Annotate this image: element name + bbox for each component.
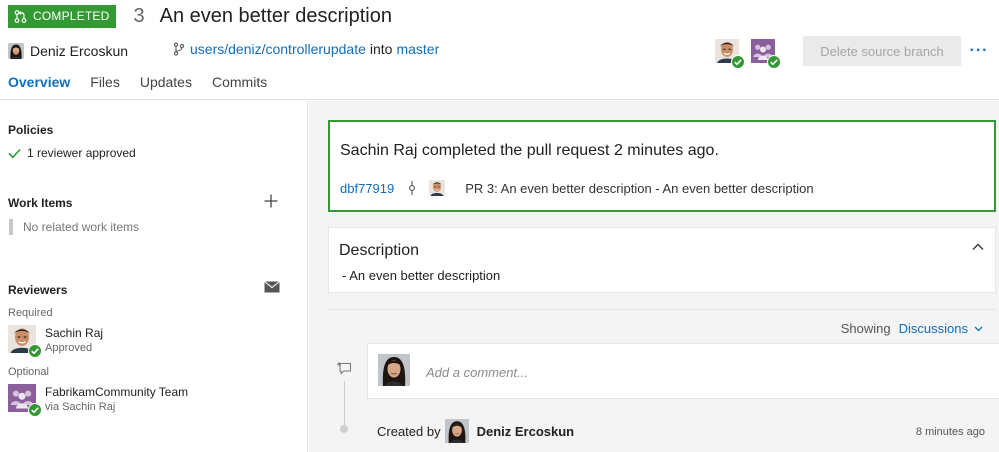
chevron-up-icon[interactable] — [971, 240, 985, 254]
commit-icon — [409, 181, 416, 195]
avatar — [8, 325, 36, 353]
showing-label: Showing — [840, 321, 891, 336]
created-by-event: Created by Deniz Ercoskun — [377, 419, 574, 443]
page-title: An even better description — [159, 4, 392, 27]
chevron-down-icon — [974, 326, 983, 331]
add-comment-icon — [337, 362, 351, 375]
more-actions-icon[interactable]: ··· — [967, 39, 991, 63]
optional-label: Optional — [8, 366, 49, 378]
empty-indicator-bar — [9, 219, 13, 235]
new-comment-box — [367, 343, 999, 399]
pull-request-icon — [14, 9, 27, 23]
source-branch-link[interactable]: users/deniz/controllerupdate — [190, 41, 366, 57]
divider — [328, 309, 996, 310]
work-items-title: Work Items — [8, 196, 73, 210]
status-badge: COMPLETED — [8, 4, 117, 28]
reviewer-vote: Approved — [45, 342, 93, 354]
check-icon — [8, 148, 21, 158]
tab-bar: Overview Files Updates Commits — [8, 74, 287, 96]
pr-header: COMPLETED 3 An even better description D… — [0, 0, 999, 100]
completion-card: Sachin Raj completed the pull request 2 … — [328, 120, 996, 212]
author-avatar[interactable] — [8, 43, 24, 59]
comment-input[interactable] — [426, 362, 926, 382]
description-body: - An even better description — [342, 268, 501, 283]
reviewer-name: Sachin Raj — [45, 326, 104, 340]
reviewer-avatar-team[interactable] — [751, 39, 775, 63]
header-actions: Delete source branch ··· — [715, 36, 991, 66]
policies-title: Policies — [8, 123, 54, 137]
sidebar: Policies 1 reviewer approved Work Items … — [0, 101, 308, 452]
completion-message: Sachin Raj completed the pull request 2 … — [340, 142, 719, 159]
commit-message: PR 3: An even better description - An ev… — [465, 180, 814, 196]
commit-id-link[interactable]: dbf77919 — [340, 181, 394, 196]
creator-name: Deniz Ercoskun — [476, 423, 575, 439]
add-work-item-icon[interactable] — [263, 193, 279, 209]
tab-files[interactable]: Files — [90, 74, 120, 96]
reviewer-avatar-sachin[interactable] — [715, 39, 739, 63]
committer-avatar — [429, 180, 445, 196]
discussion-filter-dropdown[interactable]: Discussions — [899, 321, 983, 336]
reviewers-title: Reviewers — [8, 283, 68, 297]
discussion-filter: Showing Discussions — [841, 321, 983, 336]
creator-avatar — [445, 419, 469, 443]
main-panel: Sachin Raj completed the pull request 2 … — [309, 101, 999, 452]
policy-status-label: 1 reviewer approved — [27, 146, 136, 160]
reviewer-name: FabrikamCommunity Team — [45, 385, 189, 399]
approved-check-icon — [767, 55, 781, 69]
pr-id: 3 — [133, 4, 145, 27]
tab-updates[interactable]: Updates — [140, 74, 192, 96]
no-work-items: No related work items — [9, 219, 139, 235]
discussion-filter-value: Discussions — [898, 321, 968, 336]
title-row: COMPLETED 3 An even better description — [8, 4, 392, 28]
current-user-avatar — [378, 354, 410, 386]
delete-source-branch-button[interactable]: Delete source branch — [803, 36, 961, 66]
required-label: Required — [8, 307, 53, 319]
avatar — [8, 384, 36, 412]
timeline-line — [344, 381, 345, 429]
reviewer-item[interactable]: FabrikamCommunity Team via Sachin Raj — [8, 384, 188, 414]
approved-check-icon — [28, 403, 42, 417]
tab-commits[interactable]: Commits — [212, 74, 267, 96]
author-name[interactable]: Deniz Ercoskun — [30, 43, 128, 59]
into-text: into — [369, 41, 393, 57]
branch-info: users/deniz/controllerupdate into master — [173, 41, 439, 57]
reviewer-vote: via Sachin Raj — [45, 401, 116, 413]
status-badge-label: COMPLETED — [33, 9, 110, 23]
merge-commit-row: dbf77919 PR 3: An even better descriptio… — [340, 180, 814, 196]
approved-check-icon — [28, 344, 42, 358]
target-branch-link[interactable]: master — [396, 41, 439, 57]
description-title: Description — [339, 242, 420, 259]
timeline-dot — [340, 425, 348, 433]
branch-icon — [173, 42, 185, 56]
created-by-label: Created by — [377, 423, 441, 439]
created-timestamp: 8 minutes ago — [915, 426, 985, 438]
no-work-items-label: No related work items — [23, 220, 140, 234]
email-reviewers-icon[interactable] — [264, 281, 280, 293]
description-card: Description - An even better description — [328, 227, 996, 293]
reviewer-item[interactable]: Sachin Raj Approved — [8, 325, 103, 355]
pr-meta-row: Deniz Ercoskun users/deniz/controllerupd… — [8, 41, 439, 61]
tab-overview[interactable]: Overview — [8, 74, 70, 96]
approved-check-icon — [731, 55, 745, 69]
policy-status[interactable]: 1 reviewer approved — [8, 146, 136, 160]
